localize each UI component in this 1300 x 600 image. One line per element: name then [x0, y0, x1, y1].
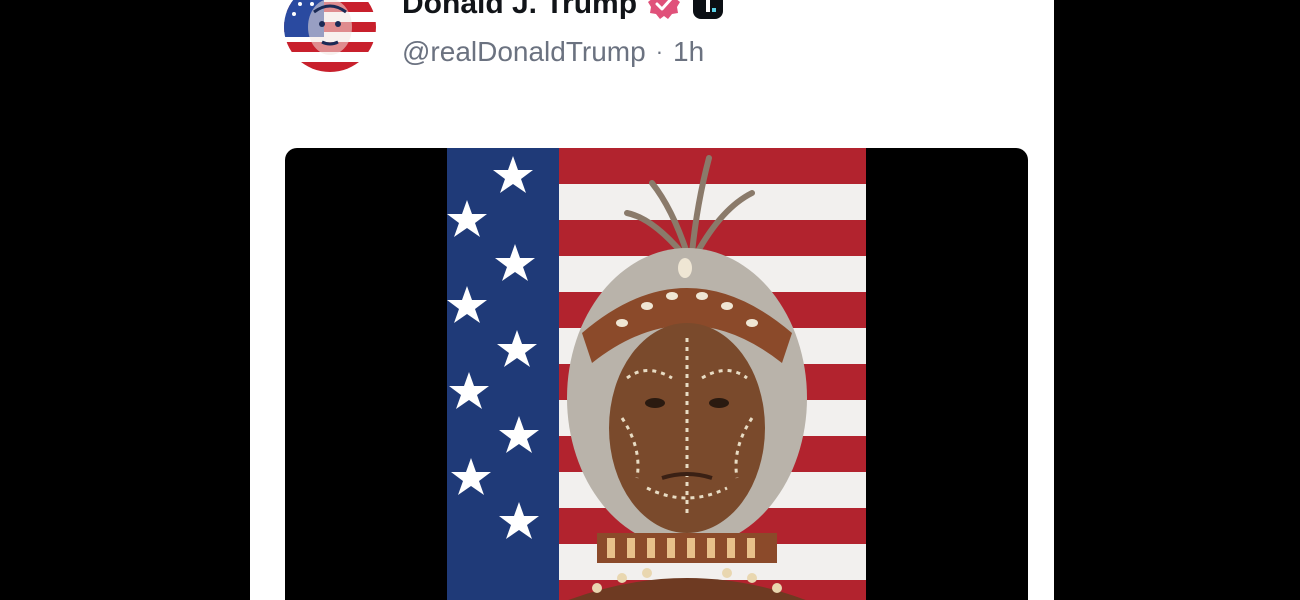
- avatar-flag-face-icon: [284, 0, 376, 72]
- post-timestamp[interactable]: 1h: [673, 36, 704, 68]
- meta-separator: ·: [655, 39, 664, 64]
- author-handle[interactable]: @realDonaldTrump: [402, 36, 646, 68]
- post-video[interactable]: [285, 148, 1028, 600]
- author-meta-row: @realDonaldTrump · 1h: [402, 36, 704, 68]
- author-avatar[interactable]: [284, 0, 376, 72]
- verified-badge-icon: [647, 0, 681, 21]
- post-card: Donald J. Trump @realDonaldTrump · 1h: [250, 0, 1054, 600]
- author-display-name[interactable]: Donald J. Trump: [402, 0, 637, 21]
- flag-portrait-video-icon: [447, 148, 866, 600]
- author-name-row: Donald J. Trump: [402, 0, 725, 24]
- screen: Donald J. Trump @realDonaldTrump · 1h: [0, 0, 1300, 600]
- truth-social-logo-icon: [691, 0, 725, 21]
- video-frame: [447, 148, 866, 600]
